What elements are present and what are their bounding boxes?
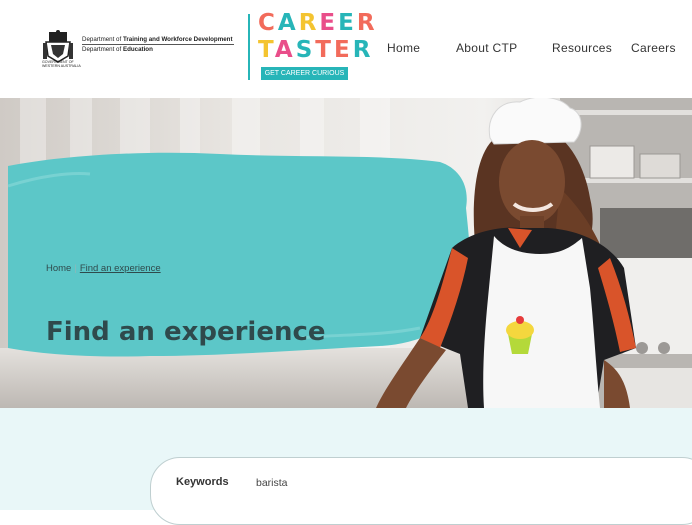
page-title: Find an experience	[46, 317, 326, 347]
site-header: Department of Training and Workforce Dev…	[0, 0, 692, 98]
breadcrumb-home-link[interactable]: Home	[46, 263, 71, 274]
career-taster-logo[interactable]: CAREER TASTER GET CAREER CURIOUS	[258, 10, 375, 82]
logo-letter: T	[315, 37, 334, 63]
logo-divider	[248, 14, 250, 80]
nav-careers[interactable]: Careers	[631, 41, 676, 55]
hero-photo	[0, 98, 692, 408]
department-education-name: Department of Education	[82, 46, 153, 53]
logo-letter: R	[356, 10, 378, 36]
logo-wordmark-taster: TASTER	[258, 37, 373, 63]
breadcrumb-separator: |	[74, 263, 77, 274]
logo-letter: R	[298, 10, 320, 36]
breadcrumb: Home | Find an experience	[46, 263, 161, 274]
nav-resources[interactable]: Resources	[552, 41, 612, 55]
hero-banner: Find an experience	[0, 98, 692, 408]
nav-about-ctp[interactable]: About CTP	[456, 41, 517, 55]
logo-letter: A	[277, 10, 299, 36]
wa-government-crest-icon	[43, 30, 73, 63]
logo-letter: E	[334, 37, 353, 63]
nav-home[interactable]: Home	[387, 41, 420, 55]
logo-letter: E	[319, 10, 339, 36]
logo-letter: E	[338, 10, 357, 36]
logo-letter: R	[352, 37, 374, 63]
department-divider	[82, 44, 234, 45]
logo-tagline: GET CAREER CURIOUS	[261, 67, 348, 80]
department-training-name: Department of Training and Workforce Dev…	[82, 36, 233, 43]
logo-wordmark-career: CAREER	[258, 10, 378, 36]
logo-letter: C	[258, 10, 278, 36]
logo-letter: T	[258, 37, 275, 63]
keywords-input[interactable]	[250, 471, 462, 495]
keywords-label: Keywords	[176, 476, 229, 488]
government-of-wa-label: GOVERNMENT OF WESTERN AUSTRALIA	[42, 60, 81, 68]
logo-letter: A	[274, 37, 296, 63]
logo-letter: S	[295, 37, 316, 63]
breadcrumb-current-link[interactable]: Find an experience	[80, 263, 161, 274]
